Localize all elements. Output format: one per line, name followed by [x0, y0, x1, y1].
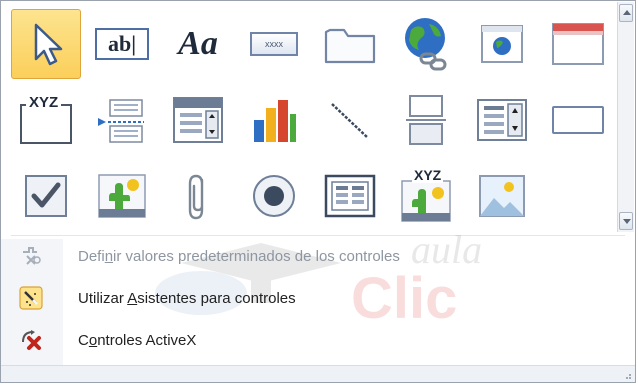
option-button-icon — [253, 175, 295, 217]
option-button-button[interactable] — [239, 161, 309, 231]
check-box-button[interactable] — [11, 161, 81, 231]
toggle-button-button[interactable] — [391, 85, 461, 155]
button-icon: xxxx — [250, 32, 298, 56]
check-box-icon — [25, 175, 67, 217]
tab-control-icon — [324, 28, 376, 64]
web-browser-control-icon — [481, 25, 523, 63]
gallery-scrollbar[interactable] — [617, 2, 634, 232]
menu-item-label: Definir valores predeterminados de los c… — [78, 248, 400, 265]
unbound-object-frame-button[interactable] — [87, 161, 157, 231]
scroll-down-button[interactable] — [619, 212, 633, 230]
line-button[interactable] — [315, 85, 385, 155]
scroll-up-button[interactable] — [619, 4, 633, 22]
unbound-object-frame-icon — [98, 174, 146, 218]
menu-item-text: ntroles ActiveX — [97, 331, 197, 349]
option-group-icon: XYZ — [18, 94, 74, 146]
controls-dropdown-panel: ab| Aa xxxx XYZ XYZ aula Clic Definir va… — [0, 0, 636, 383]
menu-item-text: Utilizar — [78, 289, 128, 307]
text-box-icon: ab| — [95, 28, 149, 60]
menu-item-text: sistentes para controles — [137, 289, 296, 307]
set-control-defaults-icon — [23, 247, 41, 265]
text-box-button[interactable]: ab| — [87, 9, 157, 79]
menu-item-text: ir valores predeterminados de los contro… — [113, 247, 400, 265]
subform-icon — [324, 174, 376, 218]
hyperlink-icon — [405, 18, 447, 71]
web-browser-control-button[interactable] — [467, 9, 537, 79]
rectangle-button[interactable] — [543, 85, 613, 155]
menu-item-use-control-wizards[interactable]: Utilizar Asistentes para controles — [1, 281, 619, 315]
scroll-up-icon — [623, 10, 631, 15]
bound-object-frame-icon: XYZ — [398, 167, 454, 225]
label-button[interactable]: Aa — [163, 9, 233, 79]
button-icon-text: xxxx — [265, 39, 283, 49]
attachment-icon — [188, 174, 204, 220]
menu-item-label: Controles ActiveX — [78, 332, 196, 349]
insert-page-break-icon — [98, 99, 144, 143]
scroll-down-icon — [623, 219, 631, 224]
menu-item-activex-controls[interactable]: Controles ActiveX — [1, 323, 619, 357]
combo-box-icon — [173, 97, 223, 143]
navigation-control-icon — [552, 23, 604, 65]
text-box-icon-text: ab| — [107, 31, 137, 56]
hyperlink-button[interactable] — [391, 9, 461, 79]
tab-control-button[interactable] — [315, 9, 385, 79]
menu-item-set-control-defaults[interactable]: Definir valores predeterminados de los c… — [1, 239, 619, 273]
menu-item-label: Utilizar Asistentes para controles — [78, 290, 296, 307]
navigation-control-button[interactable] — [543, 9, 613, 79]
menu-item-accelerator: n — [104, 247, 114, 265]
list-box-button[interactable] — [467, 85, 537, 155]
use-control-wizards-icon — [19, 286, 43, 310]
combo-box-button[interactable] — [163, 85, 233, 155]
activex-controls-icon — [22, 330, 41, 350]
panel-resize-bar — [1, 365, 635, 382]
line-icon — [331, 103, 369, 139]
bound-object-frame-button[interactable]: XYZ — [391, 161, 461, 231]
attachment-button[interactable] — [163, 161, 233, 231]
toggle-button-icon — [406, 95, 446, 145]
select-pointer-button[interactable] — [11, 9, 81, 79]
menu-item-accelerator: o — [88, 331, 98, 349]
rectangle-icon — [552, 106, 604, 134]
option-group-icon-text: XYZ — [26, 94, 62, 111]
insert-page-break-button[interactable] — [87, 85, 157, 155]
image-button[interactable] — [467, 161, 537, 231]
option-group-button[interactable]: XYZ — [11, 85, 81, 155]
select-pointer-icon — [34, 23, 63, 66]
menu-item-text: Defi — [78, 247, 105, 265]
button-control-button[interactable]: xxxx — [239, 9, 309, 79]
menu-item-text: C — [78, 331, 89, 349]
subform-button[interactable] — [315, 161, 385, 231]
chart-button[interactable] — [239, 85, 309, 155]
menu-item-accelerator: A — [127, 289, 138, 307]
image-icon — [479, 175, 525, 217]
label-icon: Aa — [178, 25, 218, 62]
resize-grip-icon[interactable] — [622, 370, 632, 380]
bound-object-frame-icon-text: XYZ — [412, 167, 444, 183]
list-box-icon — [477, 99, 527, 141]
chart-icon — [254, 100, 296, 142]
controls-gallery: ab| Aa xxxx XYZ XYZ — [11, 9, 611, 231]
